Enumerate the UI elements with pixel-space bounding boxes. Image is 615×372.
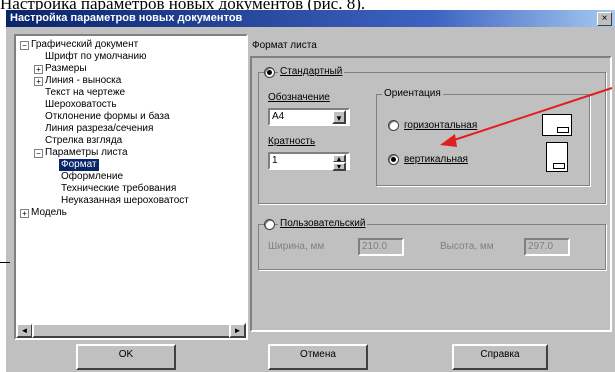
separator-line bbox=[0, 262, 10, 263]
annotation-arrow-icon bbox=[440, 87, 613, 147]
